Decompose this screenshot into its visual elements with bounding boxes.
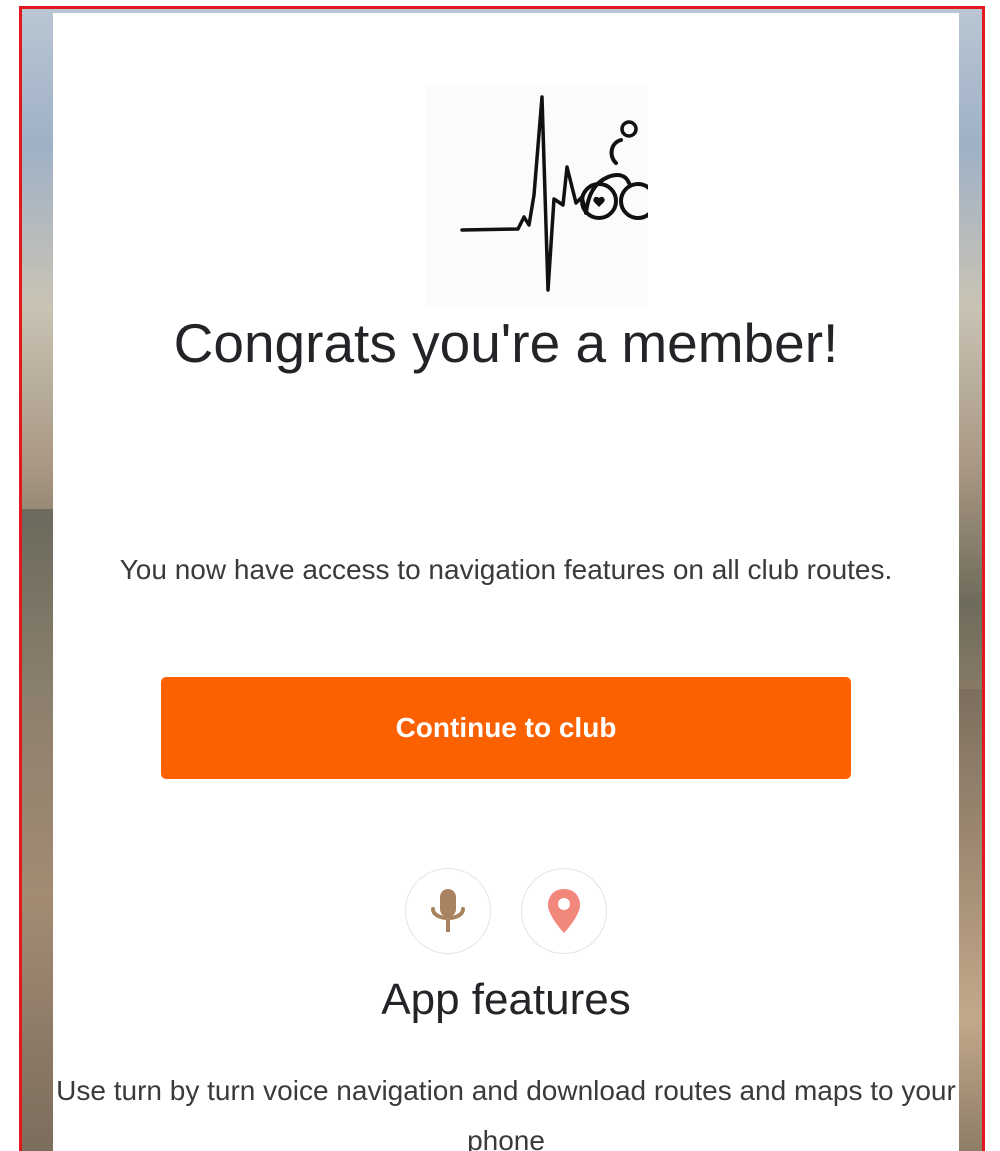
page-subtitle: You now have access to navigation featur…: [119, 554, 893, 585]
feature-icons: [53, 868, 959, 958]
features-description: Use turn by turn voice navigation and do…: [56, 1075, 956, 1151]
club-logo: [426, 85, 648, 307]
heartbeat-cyclist-logo-icon: [460, 95, 648, 292]
continue-to-club-button[interactable]: Continue to club: [161, 677, 851, 779]
page-title: Congrats you're a member!: [173, 312, 839, 374]
membership-modal: Congrats you're a member! You now have a…: [53, 13, 959, 1151]
microphone-icon: [405, 868, 491, 954]
features-title: App features: [381, 975, 631, 1024]
location-pin-icon: [521, 868, 607, 954]
screenshot-frame: Congrats you're a member! You now have a…: [19, 6, 985, 1151]
